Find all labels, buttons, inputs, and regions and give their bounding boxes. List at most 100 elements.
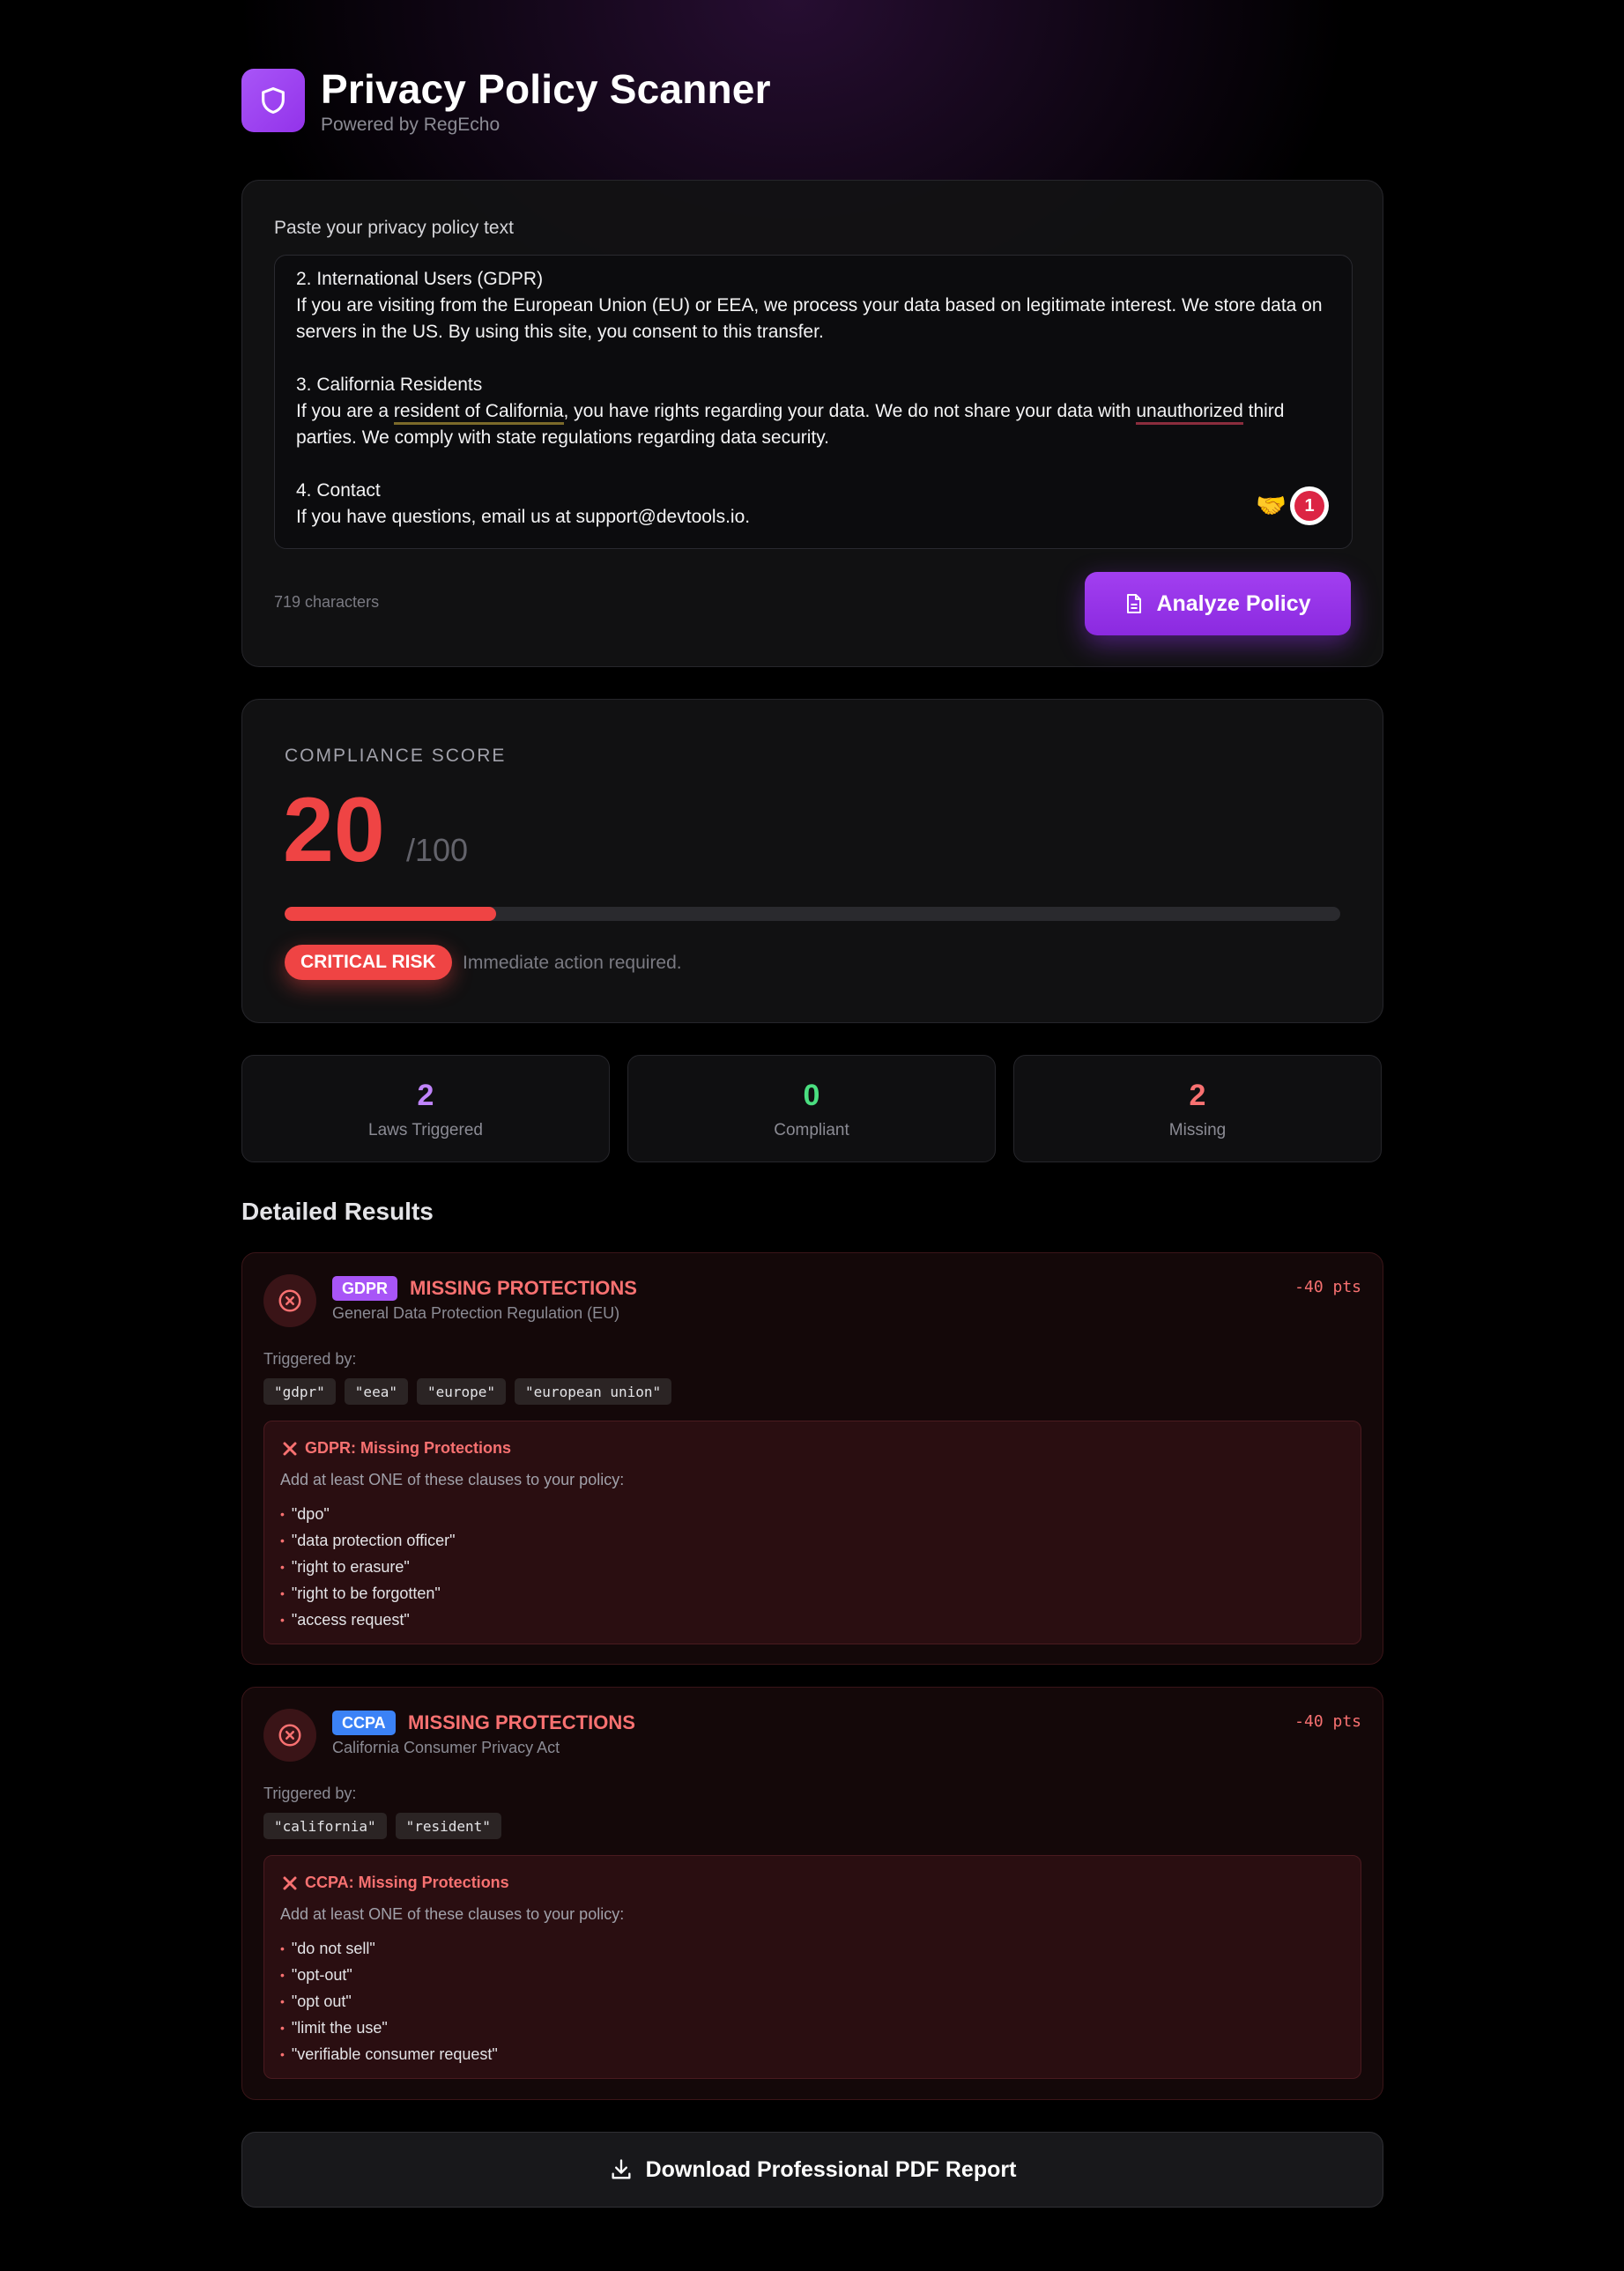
policy-line: If you are visiting from the European Un… xyxy=(296,295,1328,342)
page-title: Privacy Policy Scanner xyxy=(321,66,771,112)
triggered-by-label: Triggered by: xyxy=(263,1350,357,1368)
shield-icon xyxy=(262,86,285,115)
law-badge: GDPR xyxy=(332,1276,398,1301)
clause-text: "limit the use" xyxy=(291,2019,388,2037)
x-mark-icon xyxy=(283,1442,297,1455)
stat-label: Missing xyxy=(1168,1121,1227,1139)
list-item: • "data protection officer" xyxy=(280,1527,455,1554)
list-item: • "dpo" xyxy=(280,1501,455,1527)
stat-missing: 2 Missing xyxy=(1013,1055,1382,1162)
download-pdf-label: Download Professional PDF Report xyxy=(645,2156,1017,2182)
result-card-gdpr: GDPR MISSING PROTECTIONS General Data Pr… xyxy=(241,1252,1383,1665)
law-full-name: California Consumer Privacy Act xyxy=(332,1739,560,1756)
points-deduction: -40 pts xyxy=(1294,1712,1361,1731)
textarea-extension-icons: 🤝 1 xyxy=(1256,486,1329,525)
missing-protections-panel: CCPA: Missing Protections Add at least O… xyxy=(263,1855,1361,2079)
spellcheck-highlight[interactable]: resident of California xyxy=(393,401,564,425)
stat-value: 0 xyxy=(803,1079,820,1112)
download-pdf-button[interactable]: Download Professional PDF Report xyxy=(241,2132,1383,2208)
clause-text: "opt out" xyxy=(291,1993,352,2010)
list-item: • "opt out" xyxy=(280,1988,498,2015)
character-count: 719 characters xyxy=(274,593,380,611)
policy-textarea[interactable]: 2. International Users (GDPR) If you are… xyxy=(274,255,1353,549)
advice-subtitle: Add at least ONE of these clauses to you… xyxy=(280,1471,625,1488)
download-icon xyxy=(612,2159,631,2179)
advice-title-text: GDPR: Missing Protections xyxy=(305,1439,512,1457)
policy-input-label: Paste your privacy policy text xyxy=(274,218,514,238)
policy-blank-line xyxy=(296,345,1331,372)
page-subtitle: Powered by RegEcho xyxy=(321,115,501,135)
clause-list: • "do not sell" • "opt-out" • "opt out" • "l… xyxy=(280,1935,498,2067)
clause-text: "right to be forgotten" xyxy=(291,1585,441,1602)
trigger-chip: "european union" xyxy=(515,1378,672,1405)
policy-line: If you have questions, email us at suppo… xyxy=(296,507,751,527)
clause-text: "access request" xyxy=(291,1611,410,1629)
policy-text-fragment: , you have rights regarding your data. W… xyxy=(563,401,1137,421)
page-header: Privacy Policy Scanner Powered by RegEch… xyxy=(241,66,1383,135)
policy-text-fragment: If you are a xyxy=(296,401,394,421)
stat-compliant: 0 Compliant xyxy=(627,1055,996,1162)
stat-label: Laws Triggered xyxy=(368,1121,483,1139)
risk-level-text: Immediate action required. xyxy=(463,953,682,973)
advice-title: GDPR: Missing Protections xyxy=(282,1439,511,1458)
law-full-name: General Data Protection Regulation (EU) xyxy=(332,1304,620,1322)
trigger-chip: "california" xyxy=(263,1813,387,1839)
trigger-keywords: "california" "resident" xyxy=(263,1813,501,1839)
policy-line: 3. California Residents xyxy=(296,375,483,395)
list-item: • "limit the use" xyxy=(280,2015,498,2041)
compliance-score-card: COMPLIANCE SCORE 20 /100 CRITICAL RISK I… xyxy=(241,699,1383,1023)
result-status: MISSING PROTECTIONS xyxy=(408,1711,635,1733)
logo xyxy=(241,69,305,132)
policy-line: 4. Contact xyxy=(296,480,381,501)
stat-value: 2 xyxy=(417,1079,434,1112)
law-badge: CCPA xyxy=(332,1711,396,1735)
clause-text: "right to erasure" xyxy=(291,1558,410,1576)
list-item: • "verifiable consumer request" xyxy=(280,2041,498,2067)
score-progress-fill xyxy=(285,907,496,921)
points-deduction: -40 pts xyxy=(1294,1278,1361,1296)
clause-text: "data protection officer" xyxy=(291,1532,456,1549)
analyze-policy-label: Analyze Policy xyxy=(1156,590,1311,616)
list-item: • "access request" xyxy=(280,1607,455,1633)
clause-text: "do not sell" xyxy=(291,1940,375,1957)
notification-badge[interactable]: 1 xyxy=(1290,486,1329,525)
stat-value: 2 xyxy=(1189,1079,1206,1112)
trigger-chip: "resident" xyxy=(395,1813,501,1839)
result-card-ccpa: CCPA MISSING PROTECTIONS California Cons… xyxy=(241,1687,1383,2100)
handshake-icon[interactable]: 🤝 xyxy=(1256,493,1287,519)
list-item: • "right to erasure" xyxy=(280,1554,455,1580)
x-mark-icon xyxy=(283,1876,297,1889)
compliance-score-label: COMPLIANCE SCORE xyxy=(285,746,507,766)
advice-title-text: CCPA: Missing Protections xyxy=(305,1874,509,1891)
advice-subtitle: Add at least ONE of these clauses to you… xyxy=(280,1905,625,1923)
missing-protections-panel: GDPR: Missing Protections Add at least O… xyxy=(263,1421,1361,1644)
policy-blank-line xyxy=(296,451,1331,478)
spellcheck-highlight[interactable]: unauthorized xyxy=(1136,401,1243,425)
analyze-policy-button[interactable]: Analyze Policy xyxy=(1085,572,1351,635)
error-circle-icon xyxy=(263,1274,316,1327)
risk-level-badge: CRITICAL RISK xyxy=(285,945,452,980)
detailed-results-title: Detailed Results xyxy=(241,1198,434,1225)
trigger-chip: "eea" xyxy=(344,1378,408,1405)
document-icon xyxy=(1127,594,1142,613)
policy-input-card: Paste your privacy policy text 2. Intern… xyxy=(241,180,1383,667)
list-item: • "do not sell" xyxy=(280,1935,498,1962)
advice-title: CCPA: Missing Protections xyxy=(282,1874,509,1892)
triggered-by-label: Triggered by: xyxy=(263,1785,357,1802)
error-circle-icon xyxy=(263,1709,316,1762)
trigger-keywords: "gdpr" "eea" "europe" "european union" xyxy=(263,1378,672,1405)
score-progress-track xyxy=(285,907,1340,921)
clause-text: "verifiable consumer request" xyxy=(291,2045,498,2063)
trigger-chip: "europe" xyxy=(416,1378,507,1405)
stat-laws-triggered: 2 Laws Triggered xyxy=(241,1055,610,1162)
compliance-score-max: /100 xyxy=(406,832,469,868)
notification-count: 1 xyxy=(1294,491,1324,521)
clause-list: • "dpo" • "data protection officer" • "righ… xyxy=(280,1501,455,1633)
clause-text: "opt-out" xyxy=(291,1966,352,1984)
list-item: • "right to be forgotten" xyxy=(280,1580,455,1607)
policy-line: If you are a resident of California, you… xyxy=(296,398,1331,451)
clause-text: "dpo" xyxy=(291,1505,330,1523)
trigger-chip: "gdpr" xyxy=(263,1378,336,1405)
compliance-score-value: 20 xyxy=(283,779,385,881)
list-item: • "opt-out" xyxy=(280,1962,498,1988)
